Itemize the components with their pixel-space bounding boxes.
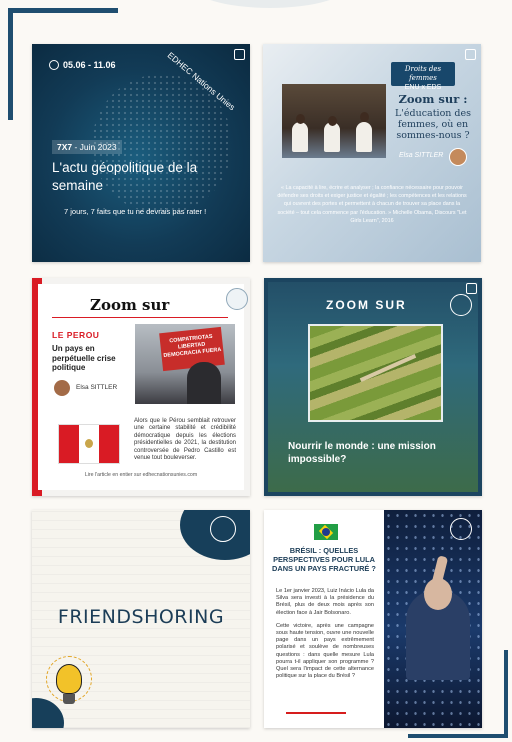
avatar bbox=[449, 148, 467, 166]
post-card-nourrir-le-monde[interactable]: ZOOM SUR Nourrir le monde : une mission … bbox=[264, 278, 482, 496]
child-face bbox=[328, 116, 337, 126]
post-title: L'actu géopolitique de la semaine bbox=[52, 160, 198, 193]
post-title: Nourrir le monde : une mission impossibl… bbox=[288, 441, 436, 465]
lightbulb-base bbox=[63, 694, 75, 704]
farmland-photo bbox=[308, 324, 443, 422]
child-figure bbox=[324, 122, 340, 152]
multi-image-icon bbox=[234, 49, 245, 60]
divider bbox=[52, 317, 228, 318]
child-figure bbox=[292, 122, 308, 152]
frame-corner-bottom-right bbox=[408, 734, 508, 738]
series-tag: 7X7 - Juin 2023 bbox=[52, 140, 122, 154]
paragraph: Le 1er janvier 2023, Luiz Inácio Lula da… bbox=[276, 588, 374, 616]
article-excerpt: Le 1er janvier 2023, Luiz Inácio Lula da… bbox=[276, 588, 374, 686]
series-tag-bold: 7X7 bbox=[57, 142, 73, 152]
enu-logo-icon bbox=[226, 288, 248, 310]
card-inner: ZOOM SUR Nourrir le monde : une mission … bbox=[268, 282, 478, 492]
road-shape bbox=[359, 353, 417, 383]
country-label: LE PEROU bbox=[52, 330, 100, 340]
enu-logo-icon bbox=[450, 518, 472, 540]
brazil-flag-icon bbox=[314, 524, 338, 540]
paragraph: Cette victoire, après une campagne sous … bbox=[276, 622, 374, 680]
post-card-bresil-lula[interactable]: BRÉSIL : QUELLES PERSPECTIVES POUR LULA … bbox=[264, 510, 482, 728]
zoom-heading: ZOOM SUR bbox=[326, 298, 407, 312]
child-figure bbox=[356, 122, 372, 152]
badge-line1: Droits des femmes bbox=[404, 65, 442, 82]
globe-icon bbox=[49, 60, 59, 70]
child-face bbox=[296, 114, 305, 124]
frame-corner-top-left bbox=[8, 8, 118, 13]
post-date: 05.06 - 11.06 bbox=[49, 60, 116, 70]
post-title: FRIENDSHORING bbox=[57, 606, 225, 628]
red-rule bbox=[286, 712, 346, 714]
quote-text: « La capacité à lire, écrire et analyser… bbox=[277, 185, 467, 224]
post-card-actu-geopolitique[interactable]: 05.06 - 11.06 EDHEC Nations Unies 7X7 - … bbox=[32, 44, 250, 262]
frame-corner-top-left-vertical bbox=[8, 8, 13, 120]
multi-image-icon bbox=[466, 283, 477, 294]
date-range: 05.06 - 11.06 bbox=[63, 60, 116, 70]
article-excerpt: Alors que le Pérou semblait retrouver un… bbox=[134, 418, 236, 462]
child-face bbox=[360, 112, 369, 122]
post-card-perou[interactable]: Zoom sur LE PEROU Un pays en perpétuelle… bbox=[32, 278, 250, 496]
post-subtitle: 7 jours, 7 faits que tu ne devrais pas r… bbox=[64, 207, 207, 216]
frame-corner-bottom-right-vertical bbox=[504, 650, 508, 738]
author-name: Elsa SITTLER bbox=[399, 152, 444, 159]
enu-logo-icon bbox=[210, 516, 236, 542]
lightbulb-icon bbox=[56, 664, 82, 694]
peru-flag-icon bbox=[58, 424, 120, 464]
avatar bbox=[54, 380, 70, 396]
zoom-heading: Zoom sur bbox=[90, 296, 170, 314]
zoom-heading: Zoom sur : bbox=[398, 92, 468, 106]
protest-banner: COMPATRIOTAS LIBERTAD DEMOCRACIA FUERA bbox=[159, 326, 225, 372]
zoom-topic: L'éducation des femmes, où en sommes-nou… bbox=[394, 108, 472, 141]
series-tag-rest: - Juin 2023 bbox=[72, 142, 117, 152]
person-head bbox=[424, 578, 452, 610]
series-badge: Droits des femmes ENU x EDS bbox=[391, 62, 455, 91]
protester-figure bbox=[187, 362, 221, 404]
flag-stripe bbox=[99, 425, 119, 463]
author-name: Elsa SITTLER bbox=[76, 384, 118, 391]
schoolchildren-photo bbox=[282, 84, 386, 158]
article-link[interactable]: Lire l'article en entier sur edhecnation… bbox=[32, 472, 250, 478]
decorative-top-curve bbox=[190, 0, 350, 8]
card-inner: Zoom sur LE PEROU Un pays en perpétuelle… bbox=[38, 284, 248, 490]
badge-line2: ENU x EDS bbox=[404, 84, 442, 91]
post-card-education-femmes[interactable]: Droits des femmes ENU x EDS Zoom sur : L… bbox=[263, 44, 481, 262]
protest-photo: COMPATRIOTAS LIBERTAD DEMOCRACIA FUERA bbox=[135, 324, 235, 404]
post-title: BRÉSIL : QUELLES PERSPECTIVES POUR LULA … bbox=[272, 546, 376, 573]
enu-logo-icon bbox=[450, 294, 472, 316]
headline: Un pays en perpétuelle crise politique bbox=[52, 344, 116, 372]
post-card-friendshoring[interactable]: FRIENDSHORING bbox=[32, 510, 250, 728]
flag-stripe bbox=[79, 425, 99, 463]
multi-image-icon bbox=[465, 49, 476, 60]
flag-stripe bbox=[59, 425, 79, 463]
